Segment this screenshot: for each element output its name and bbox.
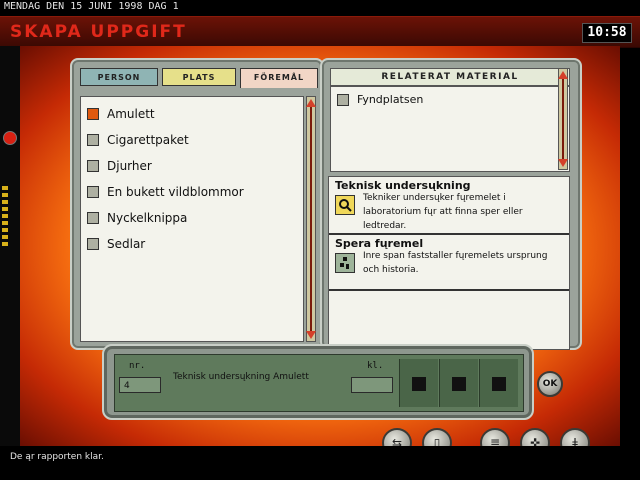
title-bar: SKAPA UPPGIFT 10:58 <box>0 16 640 48</box>
record-icon[interactable] <box>3 131 17 145</box>
page-title: SKAPA UPPGIFT <box>10 22 187 42</box>
method-list: Teknisk undersųkning Tekniker undersųker… <box>328 176 570 350</box>
magnifier-icon[interactable] <box>335 195 355 215</box>
checkbox[interactable] <box>337 94 349 106</box>
list-item-label: En bukett vildblommor <box>107 185 244 199</box>
method-desc: laboratorium fųr att finna sper eller <box>363 207 523 217</box>
list-item-label: Fyndplatsen <box>357 93 424 106</box>
clock: 10:58 <box>582 23 632 43</box>
object-panel: PERSON PLATS FÖREMÅL Amulett Cigarettpak… <box>70 58 324 350</box>
list-item-label: Amulett <box>107 107 155 121</box>
trace-icon[interactable] <box>335 253 355 273</box>
nr-label: nr. <box>129 361 146 371</box>
tab-person[interactable]: PERSON <box>80 68 158 86</box>
status-text: De ąr rapporten klar. <box>10 452 104 462</box>
list-item-label: Djurher <box>107 159 152 173</box>
scroll-up-icon[interactable] <box>306 99 316 107</box>
checkbox[interactable] <box>87 212 99 224</box>
related-scrollbar[interactable] <box>558 68 568 170</box>
checkbox[interactable] <box>87 238 99 250</box>
tab-plats[interactable]: PLATS <box>162 68 236 86</box>
object-list-scrollbar[interactable] <box>306 96 316 342</box>
related-heading: RELATERAT MATERIAL <box>330 68 570 86</box>
checkbox[interactable] <box>87 108 99 120</box>
nr-field[interactable]: 4 <box>119 377 161 393</box>
task-description: Teknisk undersųkning Amulett <box>173 372 309 382</box>
method-desc: och historia. <box>363 265 419 275</box>
method-desc: Inre span faststaller fųremelets ursprun… <box>363 251 548 261</box>
left-strip <box>0 46 20 456</box>
task-slot[interactable] <box>439 359 478 407</box>
list-item-label: Nyckelknippa <box>107 211 188 225</box>
date-line: MENDAG DEN 15 JUNI 1998 DAG 1 <box>0 0 640 14</box>
related-panel: RELATERAT MATERIAL Fyndplatsen Teknisk u… <box>320 58 582 350</box>
list-item-label: Sedlar <box>107 237 146 251</box>
method-item[interactable]: Teknisk undersųkning Tekniker undersųker… <box>329 177 569 235</box>
scroll-down-icon[interactable] <box>558 159 568 167</box>
scroll-up-icon[interactable] <box>558 71 568 79</box>
related-list: Fyndplatsen <box>330 86 570 172</box>
task-bar: nr. 4 Teknisk undersųkning Amulett kl. <box>114 354 524 412</box>
list-item-label: Cigarettpaket <box>107 133 189 147</box>
kl-label: kl. <box>367 361 384 371</box>
method-desc: Tekniker undersųker fųremelet i <box>363 193 506 203</box>
level-meter <box>2 186 8 249</box>
scroll-down-icon[interactable] <box>306 331 316 339</box>
task-panel: nr. 4 Teknisk undersųkning Amulett kl. <box>102 344 534 420</box>
method-item[interactable]: Spera fųremel Inre span faststaller fųre… <box>329 235 569 291</box>
checkbox[interactable] <box>87 160 99 172</box>
kl-field[interactable] <box>351 377 393 393</box>
task-slot[interactable] <box>399 359 438 407</box>
method-desc: ledtredar. <box>363 221 407 231</box>
object-list: Amulett Cigarettpaket Djurher En bukett … <box>80 96 304 342</box>
checkbox[interactable] <box>87 186 99 198</box>
task-slot[interactable] <box>479 359 518 407</box>
ok-button[interactable]: OK <box>537 371 563 397</box>
checkbox[interactable] <box>87 134 99 146</box>
tab-foremal[interactable]: FÖREMÅL <box>240 68 318 88</box>
